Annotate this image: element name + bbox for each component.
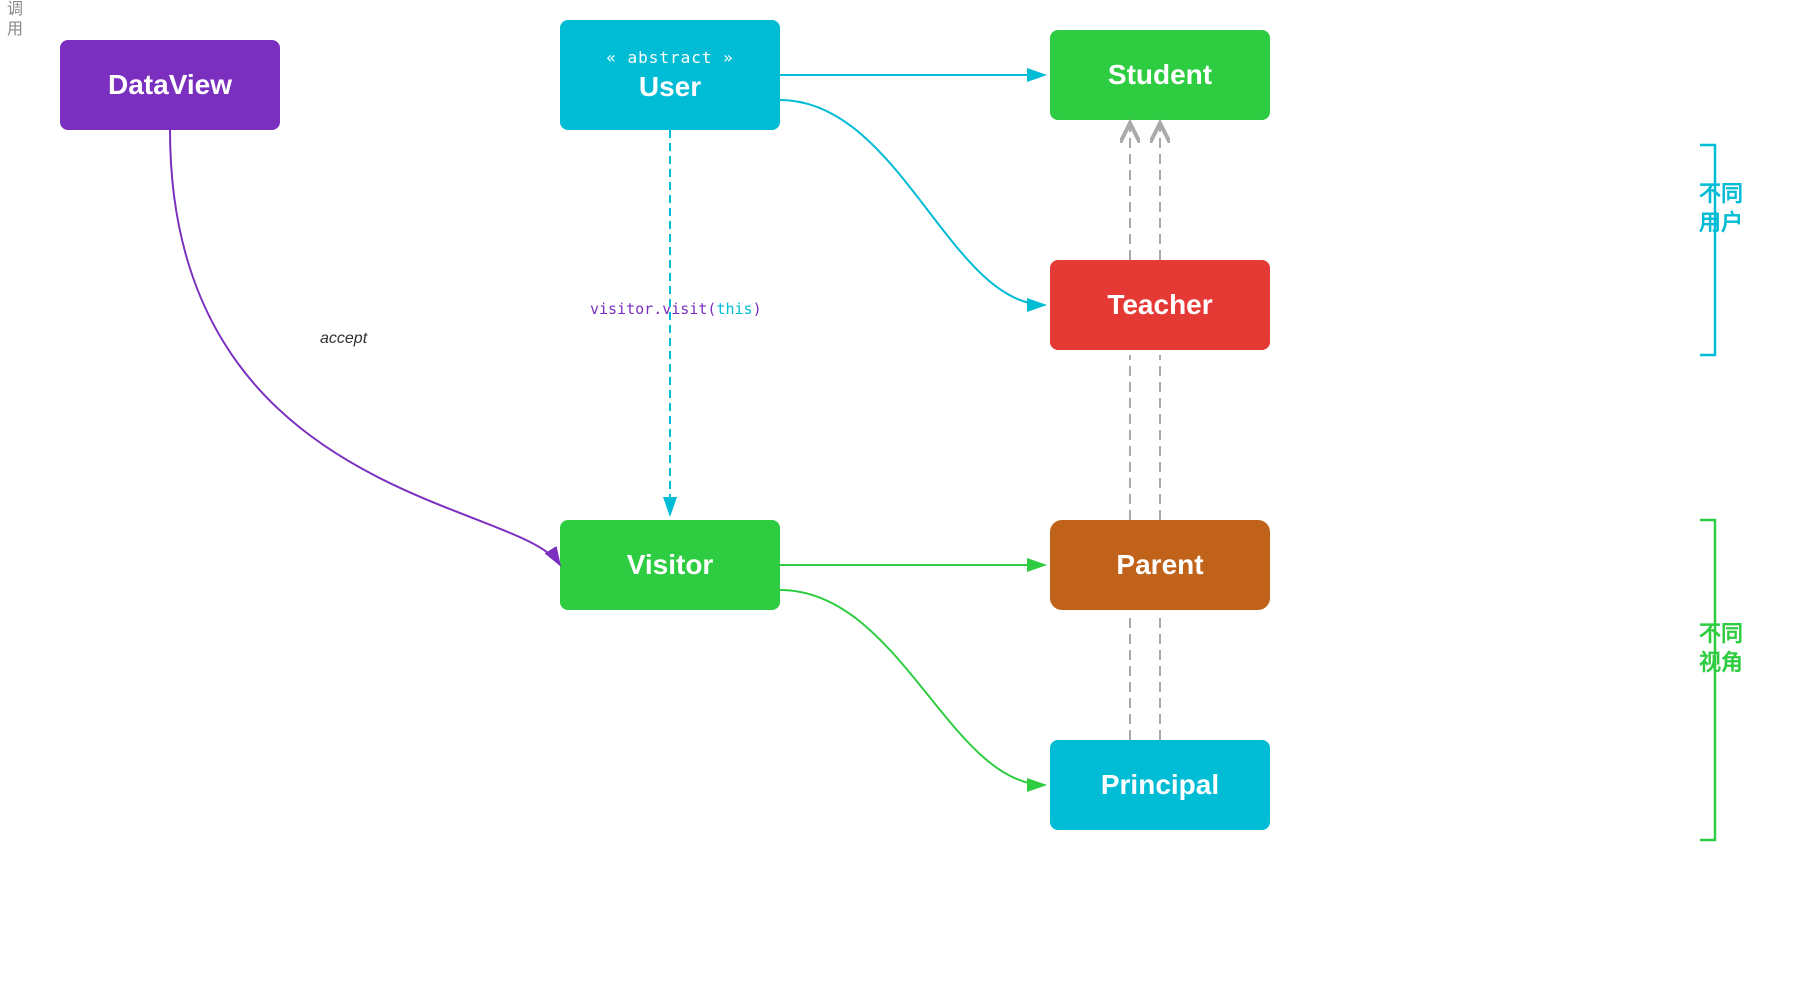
parent-label: Parent [1116, 549, 1203, 581]
bracket-users-label: 不同用户 [1699, 180, 1743, 237]
user-label: User [639, 71, 701, 103]
principal-node: Principal [1050, 740, 1270, 830]
dataview-label: DataView [108, 69, 232, 101]
visitor-label: Visitor [627, 549, 714, 581]
principal-label: Principal [1101, 769, 1219, 801]
user-node: « abstract » User [560, 20, 780, 130]
accept-label: accept [320, 330, 367, 348]
student-node: Student [1050, 30, 1270, 120]
invoke-label: 调用 [0, 0, 24, 40]
user-stereotype: « abstract » [606, 48, 734, 67]
visitor-node: Visitor [560, 520, 780, 610]
bracket-angles-label: 不同视角 [1699, 620, 1743, 677]
teacher-node: Teacher [1050, 260, 1270, 350]
dataview-node: DataView [60, 40, 280, 130]
diagram-svg [0, 0, 1803, 994]
visitor-call-label: visitor.visit(this) [590, 300, 762, 318]
student-label: Student [1108, 59, 1212, 91]
parent-node: Parent [1050, 520, 1270, 610]
teacher-label: Teacher [1107, 289, 1212, 321]
